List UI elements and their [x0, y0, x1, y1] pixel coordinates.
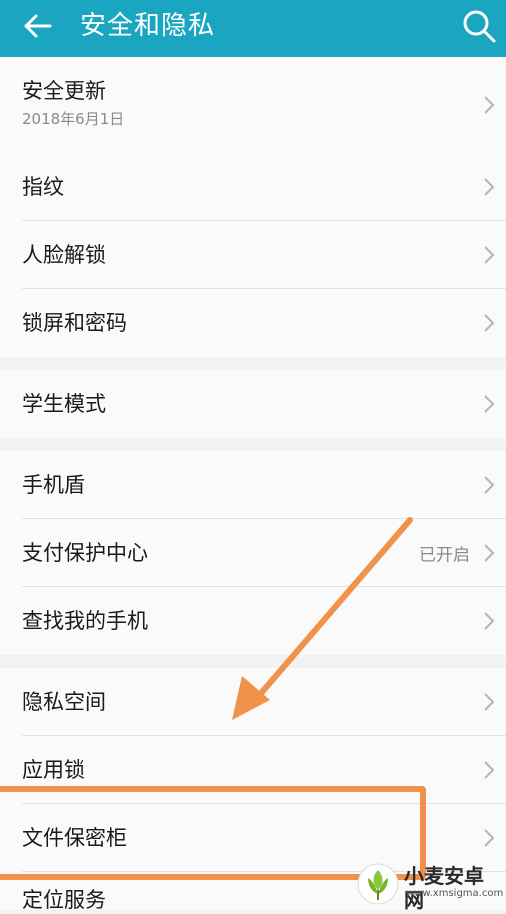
list-item-phone-shield[interactable]: 手机盾 — [0, 451, 506, 519]
list-item-security-update[interactable]: 安全更新 2018年6月1日 — [0, 57, 506, 153]
back-button[interactable] — [20, 8, 56, 44]
search-icon — [463, 10, 496, 43]
list-item-label: 隐私空间 — [22, 690, 106, 714]
wheat-logo-icon — [357, 863, 399, 905]
chevron-right-icon — [484, 544, 495, 562]
arrow-left-icon — [24, 14, 52, 38]
list-item-lock-screen[interactable]: 锁屏和密码 — [0, 289, 506, 357]
page-title: 安全和隐私 — [80, 11, 216, 41]
chevron-right-icon — [484, 314, 495, 332]
list-item-privacy-space[interactable]: 隐私空间 — [0, 668, 506, 736]
status-text: 已开启 — [419, 545, 470, 566]
list-item-label: 锁屏和密码 — [22, 311, 127, 335]
list-item-label: 指纹 — [22, 175, 64, 199]
chevron-right-icon — [484, 761, 495, 779]
list-item-label: 应用锁 — [22, 758, 85, 782]
chevron-right-icon — [484, 178, 495, 196]
chevron-right-icon — [484, 829, 495, 847]
settings-group-protection: 手机盾 支付保护中心 已开启 查找我的手机 — [0, 451, 506, 655]
list-item-find-my-phone[interactable]: 查找我的手机 — [0, 587, 506, 655]
chevron-right-icon — [484, 395, 495, 413]
list-item-payment-protection[interactable]: 支付保护中心 已开启 — [0, 519, 506, 587]
settings-group-update: 安全更新 2018年6月1日 — [0, 57, 506, 153]
list-item-label: 学生模式 — [22, 392, 106, 416]
watermark-url: www.xmsigma.com — [406, 888, 504, 899]
chevron-right-icon — [484, 476, 495, 494]
list-item-label: 人脸解锁 — [22, 243, 106, 267]
settings-group-unlock: 指纹 人脸解锁 锁屏和密码 — [0, 153, 506, 357]
app-header: 安全和隐私 — [0, 0, 506, 57]
list-item-sublabel: 2018年6月1日 — [22, 110, 125, 128]
list-item-face-unlock[interactable]: 人脸解锁 — [0, 221, 506, 289]
list-item-label: 安全更新 — [22, 79, 106, 103]
chevron-right-icon — [484, 612, 495, 630]
chevron-right-icon — [484, 693, 495, 711]
settings-group-student: 学生模式 — [0, 370, 506, 438]
watermark: 小麦安卓网 www.xmsigma.com — [356, 862, 503, 912]
chevron-right-icon — [484, 246, 495, 264]
search-button[interactable] — [460, 7, 498, 45]
list-item-label: 手机盾 — [22, 473, 85, 497]
chevron-right-icon — [484, 96, 495, 114]
list-item-fingerprint[interactable]: 指纹 — [0, 153, 506, 221]
list-item-student-mode[interactable]: 学生模式 — [0, 370, 506, 438]
list-item-label: 查找我的手机 — [22, 609, 148, 633]
list-item-label: 支付保护中心 — [22, 541, 148, 565]
